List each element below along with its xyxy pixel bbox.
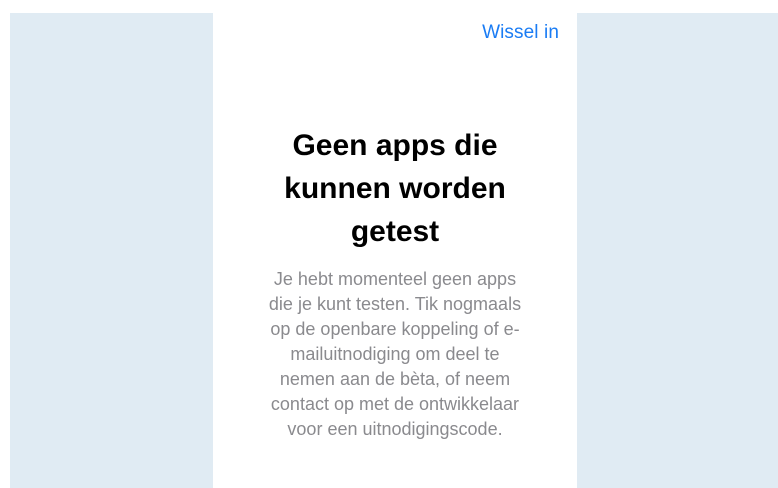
empty-state-title: Geen apps die kunnen worden getest	[284, 129, 506, 248]
redeem-button[interactable]: Wissel in	[482, 22, 559, 44]
empty-state-message: Je hebt momenteel geen apps die je kunt …	[268, 269, 522, 439]
testflight-main-panel: Wissel in Geen apps die kunnen worden ge…	[213, 13, 577, 488]
